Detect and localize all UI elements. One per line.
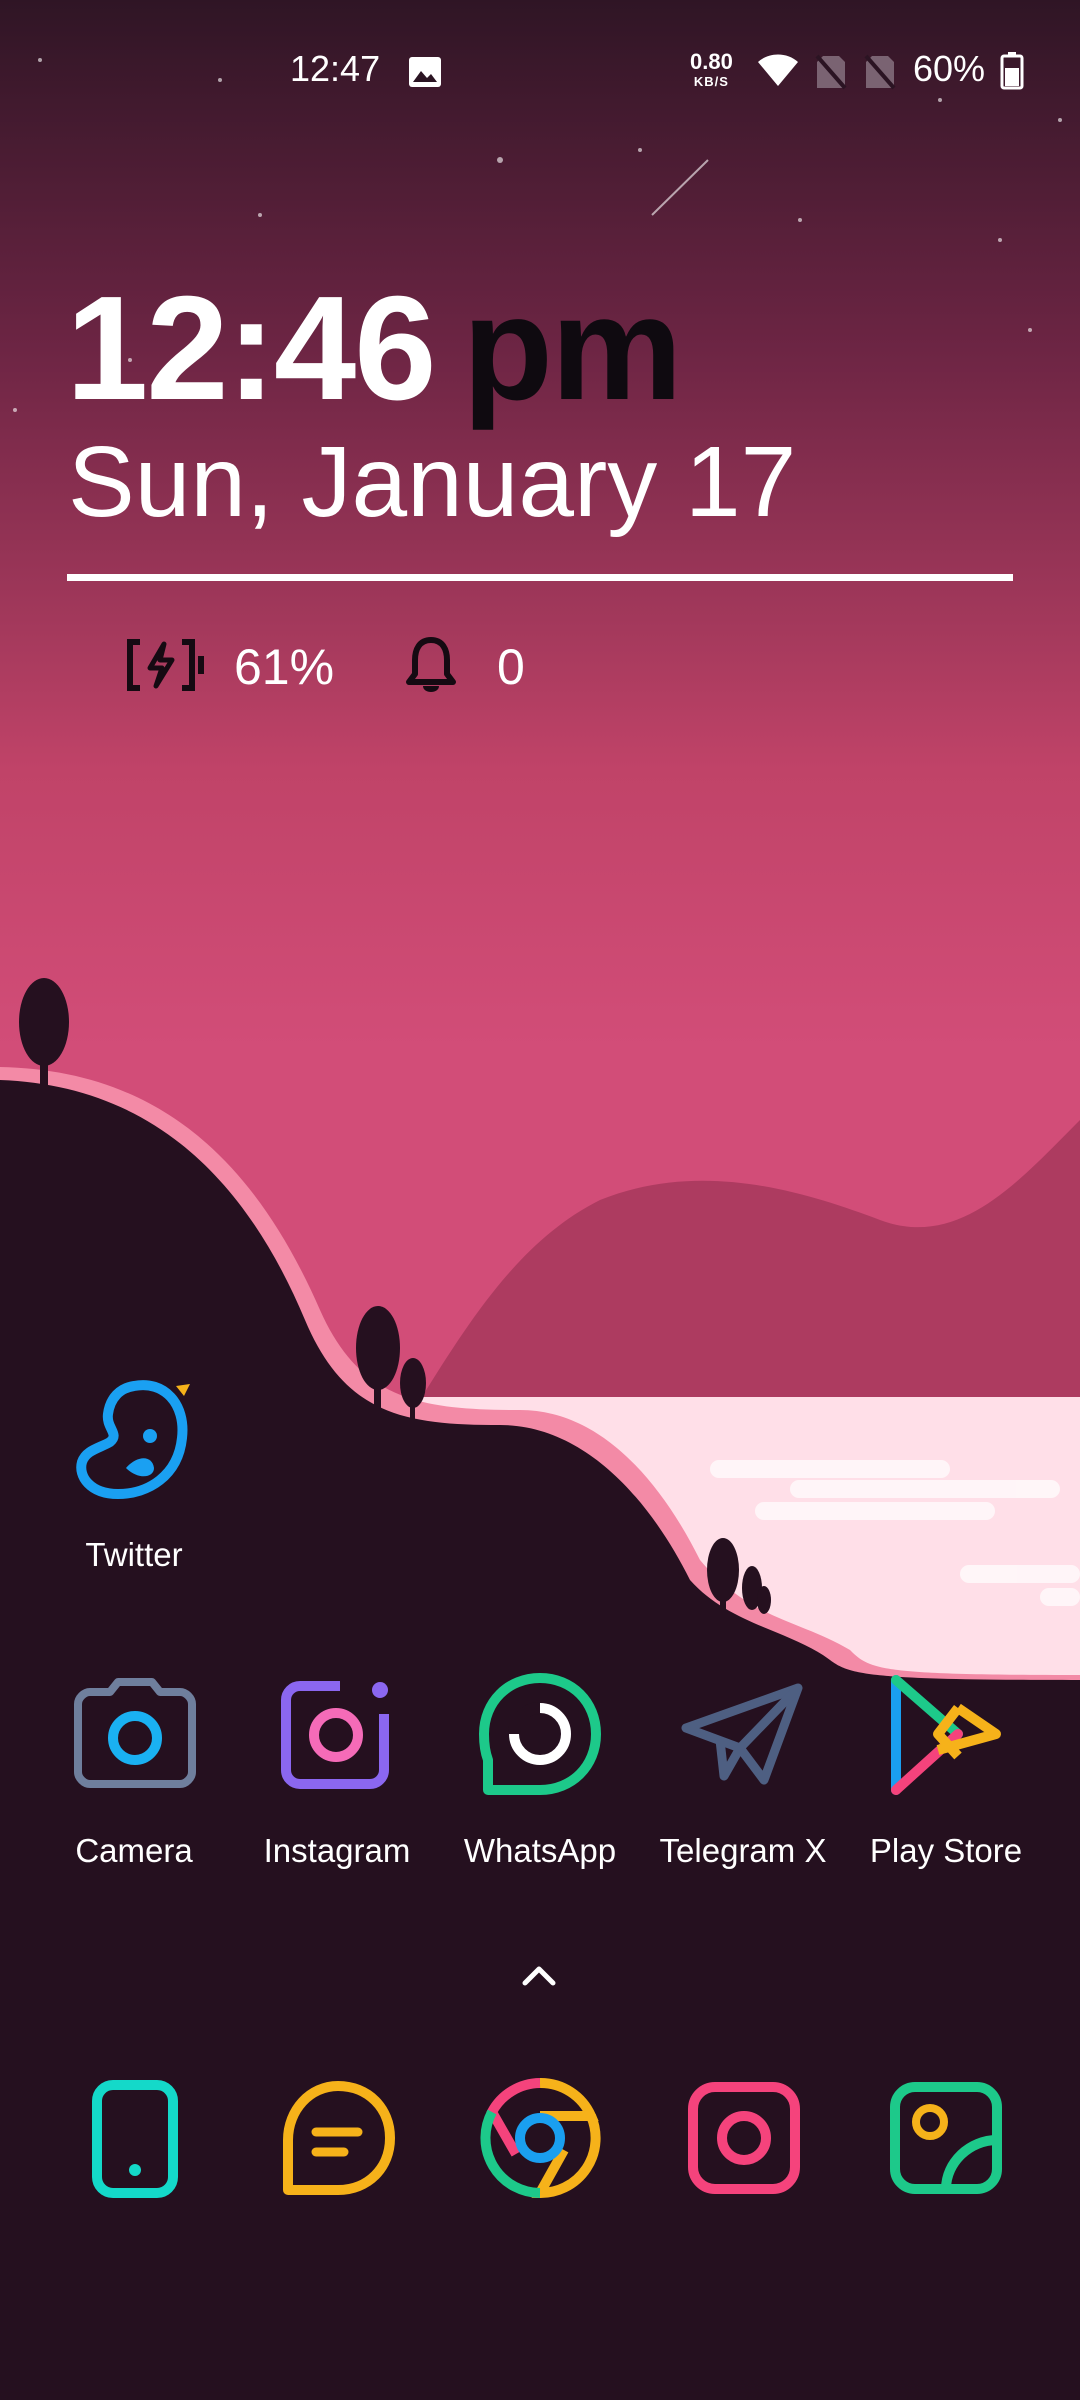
- widget-notification-count: 0: [497, 639, 525, 695]
- clock-date[interactable]: Sun, January 17: [68, 432, 796, 532]
- camera-icon[interactable]: [688, 2082, 800, 2194]
- instagram-icon[interactable]: [280, 1676, 394, 1790]
- battery-charging-icon: [127, 639, 204, 691]
- gallery-notification-icon: [409, 57, 441, 87]
- bell-icon: [406, 637, 456, 692]
- app-label-twitter[interactable]: Twitter: [34, 1536, 234, 1574]
- widget-battery-percent: 61%: [234, 639, 335, 695]
- no-sim-icon: [815, 54, 847, 90]
- camera-icon[interactable]: [74, 1678, 196, 1788]
- telegram-icon[interactable]: [680, 1680, 806, 1786]
- wifi-icon: [758, 54, 798, 86]
- twitter-icon[interactable]: [74, 1376, 194, 1502]
- status-bar: 12:47 0.80 KB/S 60%: [0, 0, 1080, 140]
- app-label-camera[interactable]: Camera: [34, 1832, 234, 1870]
- app-label-play-store[interactable]: Play Store: [846, 1832, 1046, 1870]
- chevron-up-icon[interactable]: [522, 1964, 556, 1986]
- app-label-instagram[interactable]: Instagram: [237, 1832, 437, 1870]
- no-sim-icon: [864, 54, 896, 90]
- status-battery-percent: 60%: [913, 48, 986, 89]
- app-label-whatsapp[interactable]: WhatsApp: [440, 1832, 640, 1870]
- chrome-icon[interactable]: [478, 2076, 602, 2200]
- messages-icon[interactable]: [278, 2080, 396, 2196]
- clock-time[interactable]: 12:46 pm: [66, 275, 683, 423]
- whatsapp-icon[interactable]: [478, 1672, 602, 1796]
- gallery-icon[interactable]: [890, 2082, 1002, 2194]
- app-label-telegram-x[interactable]: Telegram X: [643, 1832, 843, 1870]
- widget-divider: [67, 574, 1013, 581]
- battery-icon: [1000, 52, 1024, 90]
- status-time: 12:47: [290, 48, 381, 89]
- play-store-icon[interactable]: [888, 1672, 1004, 1798]
- network-speed: 0.80 KB/S: [690, 49, 733, 90]
- phone-icon[interactable]: [92, 2080, 178, 2198]
